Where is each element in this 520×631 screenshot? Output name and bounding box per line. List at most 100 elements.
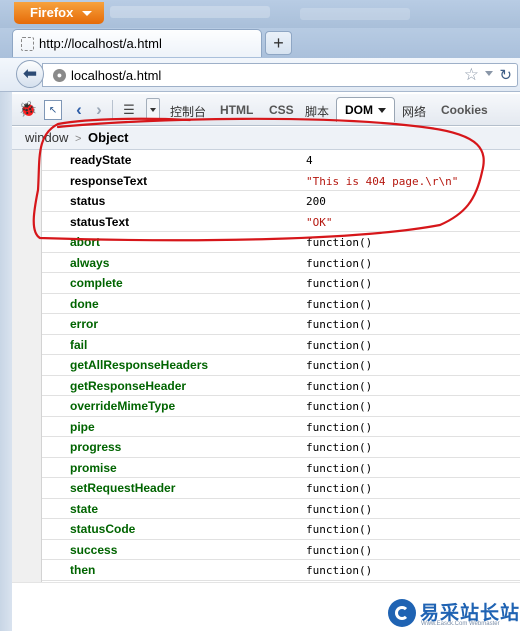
- left-frame: [0, 92, 12, 631]
- dom-gutter: [12, 150, 42, 582]
- table-row[interactable]: complete function(): [42, 273, 520, 294]
- property-value[interactable]: function(): [306, 380, 372, 393]
- table-row[interactable]: statusText "OK": [42, 212, 520, 232]
- inspect-element-icon[interactable]: ↖: [44, 100, 62, 120]
- firebug-bug-icon[interactable]: 🐞: [18, 100, 38, 120]
- table-row[interactable]: pipe function(): [42, 417, 520, 437]
- reload-icon[interactable]: ↻: [499, 66, 512, 84]
- tab-console[interactable]: 控制台: [170, 103, 206, 120]
- tab-dom-label: DOM: [345, 103, 373, 117]
- tab-dom[interactable]: DOM: [336, 97, 395, 122]
- tab-title: http://localhost/a.html: [39, 36, 162, 51]
- tab-net[interactable]: 网络: [402, 103, 426, 120]
- breadcrumb-window[interactable]: window: [25, 130, 68, 145]
- dom-panel: readyState 4 responseText "This is 404 page…: [12, 150, 520, 582]
- table-row[interactable]: getAllResponseHeaders function(): [42, 355, 520, 376]
- tab-strip: http://localhost/a.html +: [0, 28, 520, 58]
- property-name: responseText: [70, 173, 148, 188]
- property-name: statusText: [70, 214, 130, 229]
- url-text: localhost/a.html: [71, 68, 162, 83]
- property-name: always: [70, 255, 110, 270]
- property-value: "This is 404 page.\r\n": [306, 174, 459, 188]
- property-value[interactable]: function(): [306, 421, 372, 434]
- table-row[interactable]: getResponseHeader function(): [42, 376, 520, 396]
- table-row[interactable]: progress function(): [42, 437, 520, 458]
- property-name: then: [70, 563, 96, 577]
- table-row[interactable]: always function(): [42, 253, 520, 273]
- property-value: "OK": [306, 215, 333, 229]
- property-value[interactable]: function(): [306, 523, 372, 536]
- watermark: 易采站长站 Www.Easck.Com Webmaster: [384, 597, 520, 631]
- title-blur-2: [300, 8, 410, 20]
- property-value[interactable]: function(): [306, 236, 372, 249]
- tab-script[interactable]: 脚本: [305, 103, 329, 120]
- table-row[interactable]: done function(): [42, 294, 520, 314]
- browser-tab[interactable]: http://localhost/a.html: [12, 29, 262, 57]
- property-name: complete: [70, 276, 123, 290]
- firebug-toolbar: 🐞 ↖ ‹ › ☰ 控制台 HTML CSS 脚本 DOM 网络 Cookies: [12, 94, 520, 126]
- table-row[interactable]: promise function(): [42, 458, 520, 478]
- panel-menu-icon[interactable]: ☰: [120, 100, 138, 120]
- table-row[interactable]: status 200: [42, 191, 520, 212]
- property-value[interactable]: function(): [306, 544, 372, 557]
- property-name: overrideMimeType: [70, 399, 176, 413]
- watermark-subtext: Www.Easck.Com Webmaster: [421, 621, 500, 627]
- new-tab-button[interactable]: +: [265, 31, 292, 55]
- property-name: pipe: [70, 419, 95, 434]
- url-history-dropdown-icon[interactable]: [485, 71, 493, 76]
- tab-css[interactable]: CSS: [269, 103, 294, 117]
- forward-small-icon[interactable]: ›: [92, 100, 106, 120]
- page-favicon-icon: [21, 37, 34, 51]
- firefox-menu-button[interactable]: Firefox: [14, 2, 104, 24]
- property-value[interactable]: function(): [306, 318, 372, 331]
- table-row[interactable]: then function(): [42, 560, 520, 581]
- table-row[interactable]: responseText "This is 404 page.\r\n": [42, 171, 520, 191]
- chevron-down-icon: [82, 11, 92, 16]
- table-row[interactable]: success function(): [42, 540, 520, 560]
- property-value[interactable]: function(): [306, 462, 372, 475]
- property-name: getResponseHeader: [70, 378, 187, 393]
- property-name: statusCode: [70, 522, 136, 536]
- property-name: error: [70, 317, 99, 331]
- globe-icon: ●: [53, 69, 66, 82]
- back-button[interactable]: ⬅: [16, 60, 44, 88]
- property-value[interactable]: function(): [306, 564, 372, 577]
- chevron-down-icon: [378, 108, 386, 113]
- breadcrumb-separator: >: [74, 133, 82, 145]
- table-row[interactable]: error function(): [42, 314, 520, 335]
- property-name: done: [70, 296, 99, 311]
- property-value[interactable]: function(): [306, 277, 372, 290]
- tab-cookies[interactable]: Cookies: [441, 103, 488, 117]
- table-row[interactable]: statusCode function(): [42, 519, 520, 540]
- property-value[interactable]: function(): [306, 257, 372, 270]
- property-name: state: [70, 501, 99, 516]
- property-value[interactable]: function(): [306, 441, 372, 454]
- table-row[interactable]: state function(): [42, 499, 520, 519]
- property-value[interactable]: function(): [306, 503, 372, 516]
- property-name: readyState: [70, 153, 132, 167]
- property-name: promise: [70, 460, 117, 475]
- property-value[interactable]: function(): [306, 400, 372, 413]
- table-row[interactable]: fail function(): [42, 335, 520, 355]
- navigation-bar: ● localhost/a.html ☆ ↻ ⬅: [0, 58, 520, 92]
- property-value[interactable]: function(): [306, 359, 372, 372]
- url-bar[interactable]: ● localhost/a.html ☆ ↻: [42, 63, 518, 87]
- property-value[interactable]: function(): [306, 298, 372, 311]
- property-value[interactable]: function(): [306, 339, 372, 352]
- panel-dropdown-button[interactable]: [146, 98, 160, 120]
- firefox-menu-label: Firefox: [30, 5, 74, 20]
- bookmark-star-icon[interactable]: ☆: [464, 65, 479, 85]
- tab-html[interactable]: HTML: [220, 103, 253, 117]
- back-small-icon[interactable]: ‹: [72, 100, 86, 120]
- watermark-logo-icon: [388, 599, 416, 627]
- table-row[interactable]: setRequestHeader function(): [42, 478, 520, 499]
- property-value: 200: [306, 195, 326, 208]
- table-row[interactable]: overrideMimeType function(): [42, 396, 520, 417]
- table-row[interactable]: abort function(): [42, 232, 520, 253]
- breadcrumb: window > Object: [12, 127, 520, 150]
- breadcrumb-object[interactable]: Object: [88, 130, 128, 145]
- property-name: fail: [70, 337, 88, 352]
- property-name: progress: [70, 440, 122, 454]
- table-row[interactable]: readyState 4: [42, 150, 520, 171]
- property-value[interactable]: function(): [306, 482, 372, 495]
